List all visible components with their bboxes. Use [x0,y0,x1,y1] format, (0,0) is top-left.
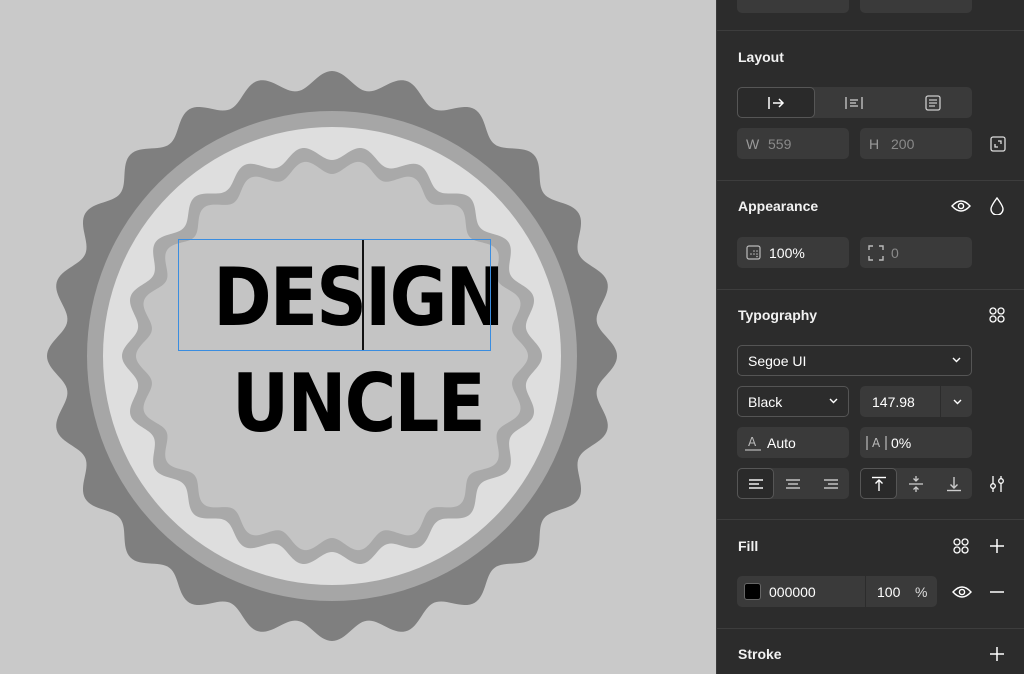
plus-icon [990,647,1004,661]
remove-fill-button[interactable] [985,580,1009,604]
visibility-button[interactable] [949,194,973,218]
fill-hex-value[interactable]: 000000 [769,584,816,600]
align-right-icon [823,478,838,489]
typography-section: Typography Segoe UI Black 147.98 A Auto … [717,289,1024,519]
height-label: H [869,136,880,152]
width-value[interactable]: 559 [768,136,791,152]
font-weight-value: Black [748,394,783,410]
svg-text:A: A [872,436,881,450]
chevron-down-icon[interactable] [953,399,962,405]
align-bottom-button[interactable] [935,468,972,499]
vertical-align-segment [860,468,972,499]
font-family-value: Segoe UI [748,353,807,369]
text-selection-box[interactable] [178,239,491,351]
arrow-right-bar-icon [768,96,785,109]
top-cut-field[interactable] [737,0,849,13]
fill-percent-sign: % [915,584,928,600]
opacity-field[interactable]: 100% [737,237,849,268]
properties-panel: Layout W 559 H 200 Appearance 100% 0 Typ… [716,0,1024,674]
design-canvas[interactable]: DESIGN UNCLE [0,0,716,674]
resize-icon [990,136,1006,152]
text-styles-button[interactable] [985,303,1009,327]
eye-icon [952,586,972,598]
height-value[interactable]: 200 [891,136,914,152]
blend-mode-button[interactable] [985,194,1009,218]
letter-spacing-value[interactable]: 0% [891,435,911,451]
layout-direction-segment [737,87,972,118]
fill-opacity-value[interactable]: 100 [877,584,900,600]
fill-section: Fill 000000 100 % [717,519,1024,628]
minus-icon [990,591,1004,593]
drop-icon [990,197,1004,215]
layout-section: Layout W 559 H 200 [717,30,1024,180]
fill-visibility-button[interactable] [950,580,974,604]
styles-grid-icon [953,538,969,554]
font-size-value[interactable]: 147.98 [872,394,915,410]
stroke-section: Stroke [717,628,1024,674]
fill-styles-button[interactable] [949,534,973,558]
align-middle-button[interactable] [897,468,935,499]
fill-swatch[interactable] [744,583,761,600]
add-fill-button[interactable] [985,534,1009,558]
font-size-field[interactable]: 147.98 [860,386,972,417]
line-height-field[interactable]: A Auto [737,427,849,458]
typography-title: Typography [738,307,818,323]
letter-spacing-field[interactable]: A 0% [860,427,972,458]
styles-grid-icon [989,307,1005,323]
line-height-icon: A [745,435,761,451]
line-height-value[interactable]: Auto [767,435,796,451]
corner-radius-field[interactable]: 0 [860,237,972,268]
eye-icon [951,200,971,212]
sliders-icon [990,476,1004,492]
layout-title: Layout [738,49,784,65]
height-field[interactable]: H 200 [860,128,972,159]
align-center-button[interactable] [774,468,812,499]
text-caret [362,240,364,350]
font-weight-dropdown[interactable]: Black [737,386,849,417]
stroke-title: Stroke [738,646,782,662]
chevron-down-icon [829,398,838,404]
top-cut-field-2[interactable] [860,0,972,13]
appearance-title: Appearance [738,198,819,214]
opacity-icon [746,245,761,260]
align-middle-icon [909,475,923,492]
add-stroke-button[interactable] [985,642,1009,666]
fill-color-field[interactable]: 000000 100 % [737,576,937,607]
align-center-icon [786,478,800,489]
align-right-button[interactable] [812,468,849,499]
font-family-dropdown[interactable]: Segoe UI [737,345,972,376]
fill-title: Fill [738,538,759,554]
appearance-section: Appearance 100% 0 [717,180,1024,289]
width-label: W [746,136,760,152]
resize-icon-button[interactable] [986,132,1010,156]
layout-vertical-button[interactable] [815,87,893,118]
align-top-icon [871,476,886,491]
text-settings-button[interactable] [985,472,1009,496]
text-box-icon [924,94,941,111]
align-bottom-icon [946,476,961,491]
align-left-icon [748,478,763,489]
corner-radius-value[interactable]: 0 [891,245,899,261]
align-top-button[interactable] [860,468,897,499]
chevron-down-icon [952,357,961,363]
badge-text-uncle[interactable]: UNCLE [43,364,673,444]
svg-text:A: A [748,435,757,449]
letter-spacing-icon: A [866,436,887,450]
width-field[interactable]: W 559 [737,128,849,159]
opacity-value[interactable]: 100% [769,245,805,261]
layout-text-button[interactable] [893,87,972,118]
corner-radius-icon [868,245,884,261]
text-align-segment [737,468,849,499]
plus-icon [990,539,1004,553]
align-left-button[interactable] [737,468,774,499]
align-lines-icon [845,96,863,109]
layout-horizontal-button[interactable] [737,87,815,118]
